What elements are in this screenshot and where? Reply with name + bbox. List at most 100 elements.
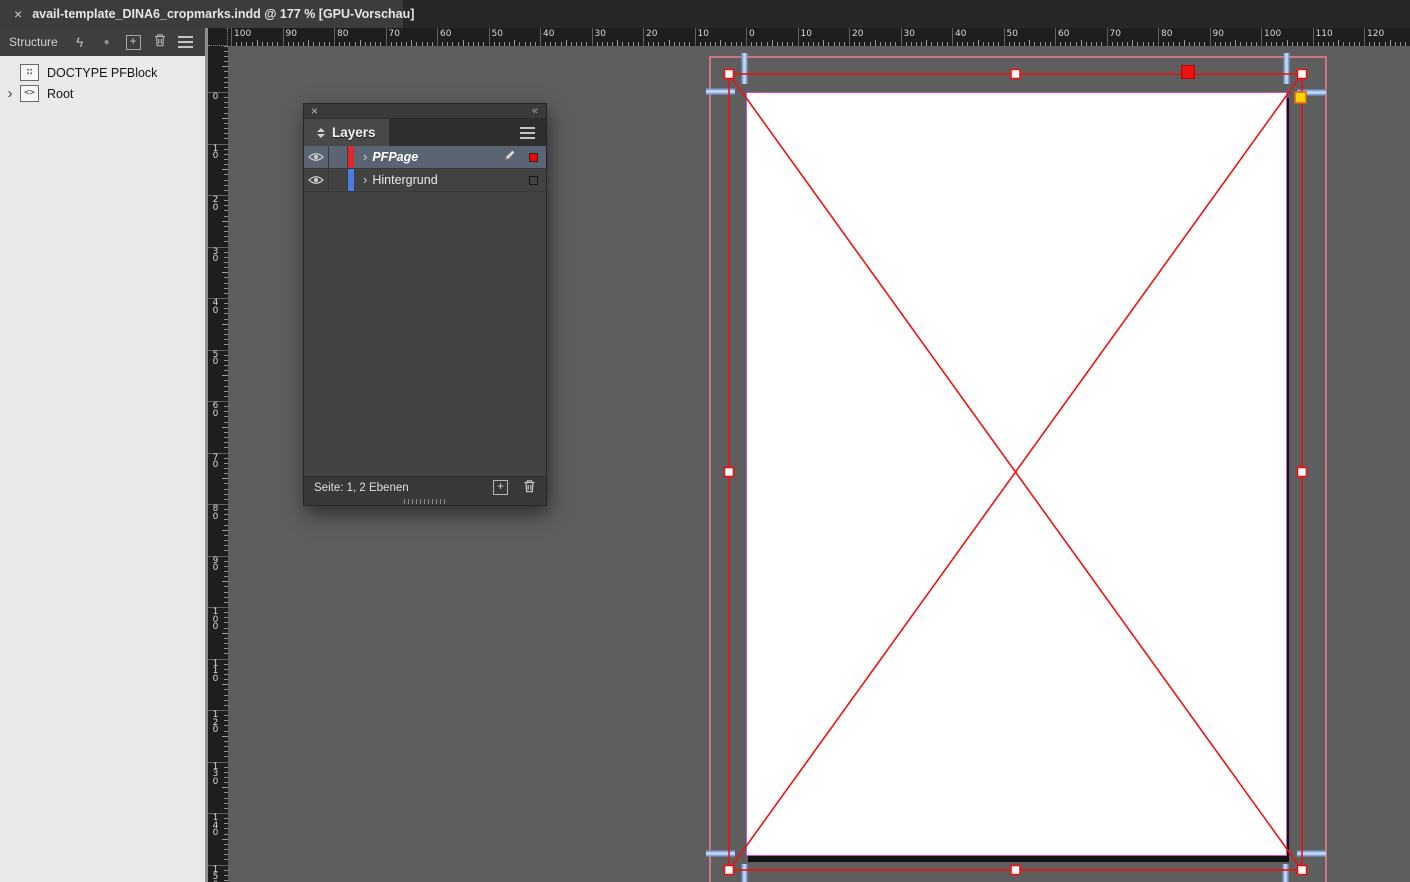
doctype-node-icon: ∷ bbox=[20, 64, 39, 81]
tab-close-icon[interactable]: × bbox=[14, 0, 22, 28]
ruler-label: 110 bbox=[1316, 29, 1333, 39]
visibility-eye-icon[interactable] bbox=[304, 169, 329, 191]
ruler-label: 5 0 bbox=[209, 352, 222, 367]
vertical-ruler[interactable]: 01 02 03 04 05 06 07 08 09 01 0 01 1 01 … bbox=[208, 46, 228, 882]
layers-menu-icon[interactable] bbox=[520, 132, 535, 134]
layers-panel-titlebar[interactable]: × « bbox=[304, 104, 546, 119]
structure-menu-icon[interactable] bbox=[178, 41, 193, 43]
ruler-tick bbox=[1004, 28, 1005, 46]
panel-close-icon[interactable]: × bbox=[311, 105, 318, 117]
proxy-cell bbox=[520, 176, 546, 185]
selection-handle[interactable] bbox=[725, 70, 734, 79]
ruler-label: 120 bbox=[1367, 29, 1384, 39]
lock-toggle-cell[interactable] bbox=[329, 169, 348, 191]
corner-options-widget[interactable] bbox=[1295, 92, 1306, 103]
selection-proxy-square[interactable] bbox=[529, 153, 538, 162]
document-tab[interactable]: × avail-template_DINA6_cropmarks.indd @ … bbox=[0, 0, 403, 28]
ruler-tick bbox=[1107, 28, 1108, 46]
layer-color-bar bbox=[348, 146, 354, 168]
ruler-label: 90 bbox=[286, 29, 297, 39]
ruler-tick bbox=[231, 28, 232, 46]
lightning-icon[interactable]: ϟ bbox=[72, 34, 88, 50]
crop-marks bbox=[706, 53, 1326, 882]
expand-chevron-icon[interactable]: › bbox=[0, 85, 20, 103]
indesign-window: × avail-template_DINA6_cropmarks.indd @ … bbox=[0, 0, 1410, 882]
ruler-label: 1 0 0 bbox=[209, 609, 222, 632]
filled-anchor-handle[interactable] bbox=[1182, 66, 1195, 79]
ruler-tick bbox=[208, 504, 228, 505]
selection-proxy-square[interactable] bbox=[529, 176, 538, 185]
ruler-label: 10 bbox=[698, 29, 709, 39]
ruler-tick bbox=[208, 607, 228, 608]
ruler-tick bbox=[1055, 28, 1056, 46]
record-dot-icon[interactable]: ● bbox=[100, 37, 114, 48]
delete-element-icon[interactable] bbox=[154, 33, 166, 52]
selection-handle[interactable] bbox=[1298, 468, 1307, 477]
ruler-label: 80 bbox=[337, 29, 348, 39]
panel-resize-grip[interactable] bbox=[304, 498, 546, 505]
ruler-tick bbox=[208, 298, 228, 299]
layers-list: › PFPage › Hintergrund bbox=[304, 146, 546, 476]
selection-handle[interactable] bbox=[1011, 70, 1020, 79]
structure-panel-header: Structure ϟ ● + bbox=[0, 28, 205, 56]
selection-handle[interactable] bbox=[1298, 866, 1307, 875]
ruler-label: 3 0 bbox=[209, 249, 222, 264]
layer-expander-icon[interactable]: › bbox=[363, 170, 367, 190]
new-layer-icon[interactable]: + bbox=[493, 480, 508, 495]
ruler-label: 10 bbox=[801, 29, 812, 39]
selection-handle[interactable] bbox=[725, 866, 734, 875]
ruler-label: 1 0 bbox=[209, 146, 222, 161]
ruler-tick bbox=[849, 28, 850, 46]
ruler-label: 1 1 0 bbox=[209, 661, 222, 684]
ruler-label: 60 bbox=[1058, 29, 1069, 39]
ruler-label: 80 bbox=[1161, 29, 1172, 39]
ruler-tick bbox=[283, 28, 284, 46]
grip-lines bbox=[404, 499, 446, 504]
ruler-tick bbox=[798, 28, 799, 46]
selection-handle[interactable] bbox=[1011, 866, 1020, 875]
panel-collapse-icon[interactable]: « bbox=[532, 105, 538, 117]
visibility-eye-icon[interactable] bbox=[304, 146, 329, 168]
layer-name[interactable]: PFPage bbox=[372, 150, 418, 164]
ruler-label: 30 bbox=[595, 29, 606, 39]
ruler-tick bbox=[208, 144, 228, 145]
ruler-tick bbox=[208, 195, 228, 196]
ruler-tick bbox=[208, 659, 228, 660]
ruler-tick bbox=[208, 247, 228, 248]
ruler-tick bbox=[1261, 28, 1262, 46]
layer-row-pfpage[interactable]: › PFPage bbox=[304, 146, 546, 169]
selection-handle[interactable] bbox=[725, 468, 734, 477]
ruler-label: 9 0 bbox=[209, 558, 222, 573]
tab-layers[interactable]: Layers bbox=[304, 119, 389, 146]
layers-panel-tabstrip: Layers bbox=[304, 119, 546, 146]
structure-item-doctype[interactable]: ∷ DOCTYPE PFBlock bbox=[0, 62, 205, 83]
ruler-label: 4 0 bbox=[209, 300, 222, 315]
lock-toggle-cell[interactable] bbox=[329, 146, 348, 168]
structure-item-label: DOCTYPE PFBlock bbox=[47, 66, 157, 80]
crop-marks-core bbox=[706, 53, 1326, 882]
layers-panel: × « Layers ›PFPage›Hintergrund Seite: 1,… bbox=[303, 103, 547, 506]
selection-handle[interactable] bbox=[1298, 70, 1307, 79]
layer-expander-icon[interactable]: › bbox=[363, 147, 367, 167]
ruler-tick bbox=[1313, 28, 1314, 46]
ruler-label: 40 bbox=[955, 29, 966, 39]
ruler-tick bbox=[540, 28, 541, 46]
layer-row-hintergrund[interactable]: › Hintergrund bbox=[304, 169, 546, 192]
add-element-icon[interactable]: + bbox=[126, 35, 141, 50]
ruler-tick bbox=[386, 28, 387, 46]
ruler-tick bbox=[1364, 28, 1365, 46]
ruler-label: 1 4 0 bbox=[209, 815, 222, 838]
ruler-label: 20 bbox=[646, 29, 657, 39]
ruler-tick bbox=[643, 28, 644, 46]
ruler-tick bbox=[208, 401, 228, 402]
editing-pen-icon bbox=[498, 149, 520, 165]
structure-item-root[interactable]: › <> Root bbox=[0, 83, 205, 104]
ruler-tick bbox=[208, 762, 228, 763]
horizontal-ruler[interactable]: 1009080706050403020100102030405060708090… bbox=[228, 28, 1410, 46]
layer-name[interactable]: Hintergrund bbox=[372, 173, 437, 187]
delete-layer-icon[interactable] bbox=[523, 479, 536, 496]
ruler-origin-corner[interactable] bbox=[208, 28, 228, 46]
ruler-label: 8 0 bbox=[209, 506, 222, 521]
structure-panel-title: Structure bbox=[9, 35, 58, 49]
ruler-label: 30 bbox=[904, 29, 915, 39]
